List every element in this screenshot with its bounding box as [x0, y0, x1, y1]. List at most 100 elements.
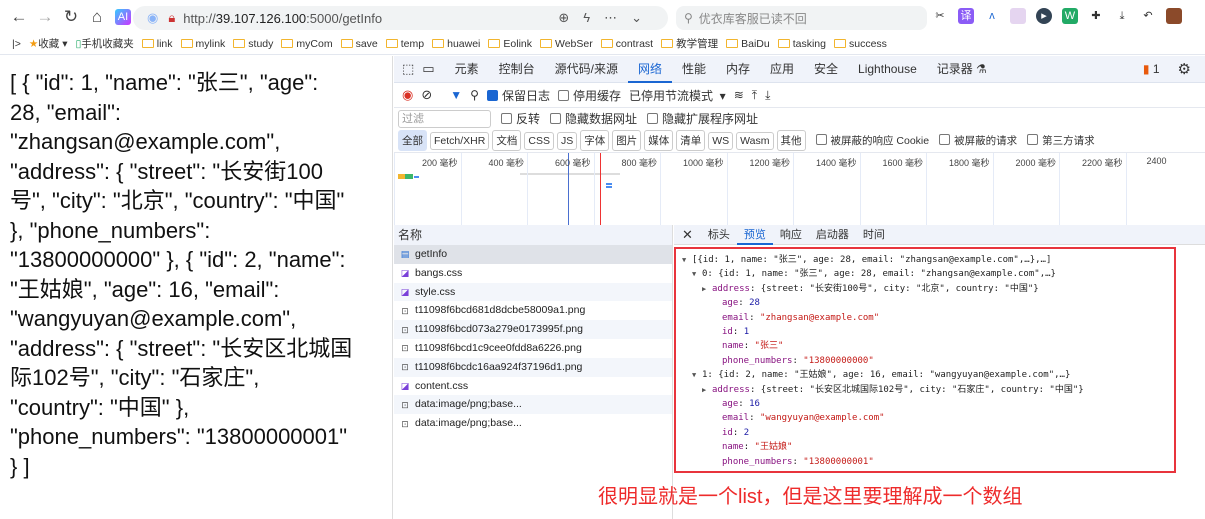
- inspect-icon[interactable]: ⬚: [394, 61, 420, 77]
- bookmark-folder[interactable]: contrast: [600, 38, 653, 50]
- type-filter-button[interactable]: Wasm: [736, 131, 774, 150]
- bookmark-folder[interactable]: temp: [385, 38, 424, 50]
- bookmark-folder[interactable]: BaiDu: [726, 38, 770, 50]
- detail-tab[interactable]: 预览: [736, 225, 773, 245]
- bookmark-folder[interactable]: Eolink: [488, 38, 532, 50]
- devtools-tab[interactable]: Lighthouse: [848, 56, 927, 83]
- sidebar-toggle-icon[interactable]: |>: [12, 38, 21, 50]
- briefcase-icon[interactable]: [1166, 8, 1182, 24]
- devtools-tab[interactable]: 网络: [627, 56, 672, 83]
- request-row[interactable]: ⊡ data:image/png;base...: [394, 414, 672, 433]
- request-row[interactable]: ⊡ t11098f6bcd073a279e0173995f.png: [394, 320, 672, 339]
- type-filter-button[interactable]: CSS: [524, 131, 554, 150]
- tree-node[interactable]: ▶ address: {street: "长安街100号", city: "北京"…: [682, 282, 1174, 296]
- extension-icon[interactable]: W: [1062, 8, 1078, 24]
- bookmark-folder[interactable]: success: [834, 38, 887, 50]
- type-filter-button[interactable]: 图片: [612, 130, 642, 151]
- type-filter-checkbox[interactable]: 第三方请求: [1027, 133, 1095, 148]
- devtools-tab[interactable]: 源代码/来源: [545, 56, 628, 83]
- device-toggle-icon[interactable]: ▭: [420, 61, 444, 77]
- back-icon[interactable]: ←: [6, 7, 32, 27]
- devtools-tab[interactable]: 元素: [445, 56, 489, 83]
- devtools-tab[interactable]: 应用: [760, 56, 804, 83]
- search-box[interactable]: ⚲ 优衣库客服已读不回: [676, 6, 927, 30]
- preserve-log-checkbox[interactable]: 保留日志: [486, 87, 550, 104]
- type-filter-button[interactable]: 清单: [676, 130, 706, 151]
- request-row[interactable]: ▤ getInfo: [394, 245, 672, 264]
- ai-icon[interactable]: AI: [115, 9, 131, 25]
- type-filter-button[interactable]: 字体: [580, 130, 610, 151]
- puzzle-icon[interactable]: ✚: [1088, 8, 1104, 24]
- devtools-tab[interactable]: 性能: [672, 56, 716, 83]
- scissors-icon[interactable]: ✂: [932, 8, 948, 24]
- zoom-icon[interactable]: ⊕ϟ⋯⌄: [558, 10, 656, 26]
- tree-node[interactable]: ▼ [{id: 1, name: "张三", age: 28, email: "z…: [682, 253, 1174, 267]
- bookmark-folder[interactable]: 教学管理: [661, 36, 718, 51]
- devtools-tab[interactable]: 安全: [804, 56, 848, 83]
- type-filter-button[interactable]: 其他: [776, 130, 806, 151]
- collapsed-arrow-icon[interactable]: ▶: [702, 282, 712, 296]
- insecure-lock-icon[interactable]: 🔒︎: [168, 10, 175, 26]
- close-icon[interactable]: ✕: [674, 227, 701, 243]
- type-filter-button[interactable]: 文档: [492, 130, 522, 151]
- request-row[interactable]: ◪ bangs.css: [394, 264, 672, 283]
- tree-node[interactable]: ▶ address: {street: "长安区北城国际102号", city: …: [682, 383, 1174, 397]
- request-row[interactable]: ◪ style.css: [394, 282, 672, 302]
- download-icon[interactable]: ⤓: [1114, 8, 1130, 24]
- extension-icon[interactable]: [1010, 8, 1026, 24]
- type-filter-button[interactable]: Fetch/XHR: [430, 131, 490, 150]
- import-har-icon[interactable]: ⤒: [752, 88, 757, 103]
- extension-icon[interactable]: ᴧ: [984, 8, 1000, 24]
- request-row[interactable]: ⊡ t11098f6bcd1c9cee0fdd8a6226.png: [394, 339, 672, 358]
- forward-icon[interactable]: →: [32, 7, 58, 27]
- invert-checkbox[interactable]: 反转: [501, 110, 540, 127]
- bookmark-folder[interactable]: huawei: [432, 38, 480, 50]
- extension-icon[interactable]: ▸: [1036, 8, 1052, 24]
- request-row[interactable]: ⊡ t11098f6bcdc16aa924f37196d1.png: [394, 357, 672, 377]
- clear-icon[interactable]: ⊘: [421, 87, 432, 103]
- expanded-arrow-icon[interactable]: ▼: [692, 267, 702, 281]
- detail-tab[interactable]: 启动器: [809, 225, 856, 245]
- record-icon[interactable]: ◉: [402, 87, 413, 103]
- bookmark-folder[interactable]: tasking: [777, 38, 826, 50]
- devtools-tab[interactable]: 内存: [716, 56, 760, 83]
- filter-icon[interactable]: ▼: [450, 88, 462, 102]
- type-filter-checkbox[interactable]: 被屏蔽的响应 Cookie: [815, 133, 929, 148]
- type-filter-button[interactable]: WS: [708, 131, 734, 150]
- detail-tab[interactable]: 响应: [773, 225, 809, 245]
- home-icon[interactable]: ⌂: [84, 7, 110, 27]
- tree-node[interactable]: ▼ 1: {id: 2, name: "王姑娘", age: 16, email:…: [682, 368, 1174, 382]
- bookmark-folder[interactable]: myCom: [281, 38, 333, 50]
- bookmark-folder[interactable]: WebSer: [540, 38, 593, 50]
- filter-input[interactable]: 过滤: [398, 109, 491, 128]
- bookmark-folder[interactable]: study: [233, 38, 273, 50]
- collapsed-arrow-icon[interactable]: ▶: [702, 383, 712, 397]
- search-icon[interactable]: ⚲: [470, 88, 479, 102]
- name-column-header[interactable]: 名称: [394, 225, 672, 245]
- expanded-arrow-icon[interactable]: ▼: [682, 253, 692, 267]
- request-row[interactable]: ⊡ data:image/png;base...: [394, 395, 672, 415]
- hide-extension-urls-checkbox[interactable]: 隐藏扩展程序网址: [647, 110, 758, 127]
- settings-gear-icon[interactable]: ⚙: [1178, 60, 1191, 78]
- network-conditions-icon[interactable]: ≋: [734, 88, 744, 102]
- reload-icon[interactable]: ↻: [58, 7, 84, 27]
- devtools-tab[interactable]: 控制台: [489, 56, 545, 83]
- hide-data-urls-checkbox[interactable]: 隐藏数据网址: [550, 110, 637, 127]
- bookmark-folder[interactable]: mylink: [180, 38, 225, 50]
- disable-cache-checkbox[interactable]: 停用缓存: [557, 87, 621, 104]
- bookmark-favorites[interactable]: ★收藏 ▾: [29, 36, 68, 51]
- type-filter-button[interactable]: JS: [556, 131, 578, 150]
- type-filter-button[interactable]: 全部: [398, 130, 427, 151]
- detail-tab[interactable]: 时间: [856, 225, 892, 245]
- throttle-select[interactable]: 已停用节流模式 ▾: [629, 87, 726, 104]
- bookmark-folder[interactable]: save: [340, 38, 378, 50]
- detail-tab[interactable]: 标头: [701, 225, 737, 245]
- timeline-overview[interactable]: 200 毫秒 400 毫秒 600 毫秒 800 毫秒 1000 毫秒 1200 毫秒 14…: [394, 152, 1205, 226]
- issues-icon[interactable]: ▮ 1: [1143, 62, 1160, 76]
- request-row[interactable]: ◪ content.css: [394, 377, 672, 396]
- undo-icon[interactable]: ↶: [1140, 8, 1156, 24]
- devtools-tab[interactable]: 记录器 ⚗: [927, 56, 997, 83]
- address-bar[interactable]: ◉ 🔒︎ http://39.107.126.100:5000/getInfo …: [133, 6, 668, 30]
- type-filter-checkbox[interactable]: 被屏蔽的请求: [939, 133, 1017, 148]
- export-har-icon[interactable]: ⤓: [765, 88, 770, 103]
